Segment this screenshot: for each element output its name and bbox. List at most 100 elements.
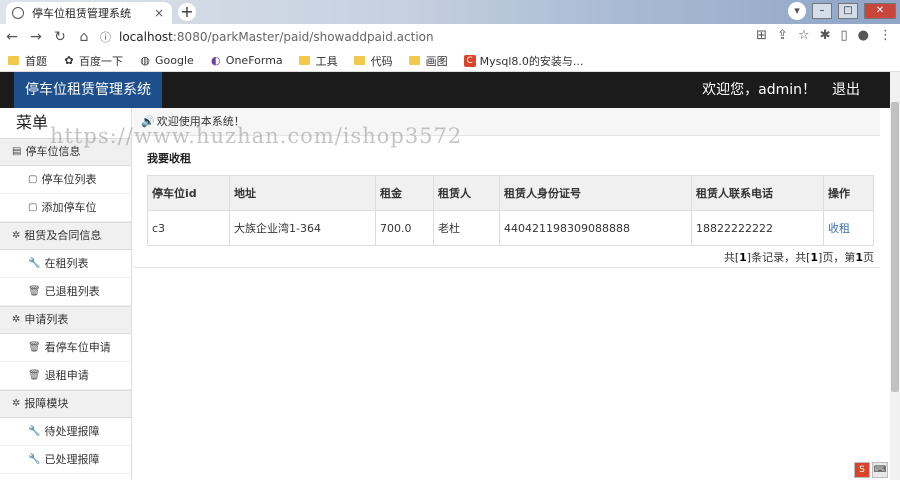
- globe-icon: ◍: [140, 54, 150, 67]
- main-content: 🔊 欢迎使用本系统！ 我要收租 停车位id 地址 租金 租赁人 租赁人身份证号 …: [133, 108, 880, 480]
- forward-icon[interactable]: →: [24, 29, 48, 45]
- c-icon: C: [463, 54, 476, 67]
- maximize-button[interactable]: □: [838, 3, 858, 19]
- bookmark-item[interactable]: ✿ 百度一下: [63, 53, 123, 69]
- close-window-button[interactable]: ✕: [864, 3, 896, 19]
- app-header: 停车位租赁管理系统 欢迎您，admin！ 退出: [0, 72, 890, 108]
- app-brand[interactable]: 停车位租赁管理系统: [14, 72, 162, 108]
- minimize-button[interactable]: –: [812, 3, 832, 19]
- url-host: localhost: [119, 30, 173, 44]
- cell-action: 收租: [823, 210, 874, 246]
- bookmark-item[interactable]: 画图: [408, 53, 448, 69]
- star-icon[interactable]: ☆: [798, 28, 810, 43]
- close-icon[interactable]: ×: [152, 6, 166, 20]
- wrench-icon: 🔧: [28, 453, 41, 465]
- gear-icon: ✲: [12, 398, 21, 409]
- table-header-row: 停车位id 地址 租金 租赁人 租赁人身份证号 租赁人联系电话 操作: [147, 175, 874, 211]
- section-title: 我要收租: [147, 152, 191, 165]
- cell-id: c3: [147, 210, 230, 246]
- column-header: 操作: [823, 175, 874, 211]
- menu-group-faults[interactable]: ✲ 报障模块: [0, 390, 131, 418]
- bookmark-item[interactable]: C Mysql8.0的安装与...: [463, 53, 583, 69]
- notice-text: 欢迎使用本系统！: [156, 115, 245, 128]
- tray-keyboard-icon[interactable]: ⌨: [872, 462, 888, 478]
- notice-bar: 🔊 欢迎使用本系统！: [133, 108, 880, 136]
- share-icon[interactable]: ⇪: [777, 28, 788, 43]
- menu-item-return-applications[interactable]: 🗑 退租申请: [0, 362, 131, 390]
- divider: [133, 267, 880, 268]
- total-records: 1: [739, 251, 747, 264]
- scrollbar-thumb[interactable]: [891, 102, 899, 392]
- extensions-icon[interactable]: ✱: [820, 28, 831, 43]
- tab-title: 停车位租赁管理系统: [32, 7, 131, 20]
- column-header: 租赁人: [433, 175, 500, 211]
- bookmark-item[interactable]: ◐ OneForma: [210, 54, 283, 67]
- menu-group-parking[interactable]: ▤ 停车位信息: [0, 138, 131, 166]
- profile-icon[interactable]: ●: [858, 28, 869, 43]
- menu-item-parking-list[interactable]: ▢ 停车位列表: [0, 166, 131, 194]
- profile-download-icon[interactable]: ▾: [788, 2, 806, 20]
- menu-item-view-applications[interactable]: 🗑 看停车位申请: [0, 334, 131, 362]
- column-header: 停车位id: [147, 175, 230, 211]
- trash-icon: 🗑: [28, 369, 41, 381]
- reload-icon[interactable]: ↻: [48, 29, 72, 45]
- trash-icon: 🗑: [28, 285, 41, 297]
- window-controls: ▾ – □ ✕: [788, 0, 896, 22]
- wrench-icon: 🔧: [28, 425, 41, 437]
- menu-group-applications[interactable]: ✲ 申请列表: [0, 306, 131, 334]
- cell-tenant: 老杜: [433, 210, 500, 246]
- document-icon: ▢: [28, 173, 38, 185]
- table-row: c3 大族企业湾1-364 700.0 老杜 44042119830908888…: [147, 210, 874, 246]
- paw-icon: ✿: [64, 54, 74, 67]
- cell-address: 大族企业湾1-364: [229, 210, 376, 246]
- back-icon[interactable]: ←: [0, 29, 24, 45]
- folder-icon: [298, 56, 310, 65]
- translate-icon[interactable]: ⊞: [756, 28, 767, 43]
- bookmarks-bar: 首题 ✿ 百度一下 ◍ Google ◐ OneForma 工具 代码 画图 C Mys…: [0, 50, 900, 72]
- bookmark-item[interactable]: ◍ Google: [139, 54, 194, 67]
- folder-icon: [353, 56, 365, 65]
- info-icon[interactable]: ⓘ: [100, 29, 111, 45]
- list-icon: ▤: [12, 146, 22, 157]
- browser-tab[interactable]: 停车位租赁管理系统 ×: [6, 2, 172, 24]
- column-header: 租赁人身份证号: [499, 175, 692, 211]
- url-input[interactable]: ⓘ localhost :8080/parkMaster/paid/showad…: [100, 27, 720, 47]
- home-icon[interactable]: ⌂: [72, 29, 96, 45]
- collect-rent-link[interactable]: 收租: [828, 222, 850, 235]
- address-bar: ← → ↻ ⌂ ⓘ localhost :8080/parkMaster/pai…: [0, 24, 900, 50]
- system-tray: S ⌨: [854, 462, 888, 478]
- cell-rent: 700.0: [375, 210, 434, 246]
- menu-item-returned[interactable]: 🗑 已退租列表: [0, 278, 131, 306]
- column-header: 租赁人联系电话: [691, 175, 824, 211]
- menu-group-lease[interactable]: ✲ 租赁及合同信息: [0, 222, 131, 250]
- total-pages: 1: [810, 251, 819, 264]
- wrench-icon: 🔧: [28, 257, 41, 269]
- menu-title: 菜单: [16, 113, 49, 132]
- trash-icon: 🗑: [28, 341, 41, 353]
- column-header: 地址: [229, 175, 376, 211]
- menu-icon[interactable]: ⋮: [879, 28, 892, 43]
- gear-icon: ✲: [12, 314, 21, 325]
- current-page: 1: [855, 251, 863, 264]
- cell-id-card: 440421198309088888: [499, 210, 692, 246]
- column-header: 租金: [375, 175, 434, 211]
- menu-item-resolved-faults[interactable]: 🔧 已处理报障: [0, 446, 131, 474]
- rent-table: 停车位id 地址 租金 租赁人 租赁人身份证号 租赁人联系电话 操作 c3 大族…: [147, 175, 874, 246]
- oneforma-icon: ◐: [210, 54, 221, 67]
- cell-phone: 18822222222: [691, 210, 824, 246]
- sidepanel-icon[interactable]: ▯: [841, 28, 848, 43]
- bookmark-item[interactable]: 代码: [353, 53, 393, 69]
- menu-item-renting[interactable]: 🔧 在租列表: [0, 250, 131, 278]
- ime-icon[interactable]: S: [854, 462, 870, 478]
- pagination-info: 共[1]条记录，共[1]页，第1页: [723, 251, 874, 264]
- bookmark-item[interactable]: 首题: [8, 53, 47, 69]
- menu-item-pending-faults[interactable]: 🔧 待处理报障: [0, 418, 131, 446]
- menu-item-add-parking[interactable]: ▢ 添加停车位: [0, 194, 131, 222]
- new-tab-button[interactable]: +: [178, 3, 196, 21]
- bookmark-item[interactable]: 工具: [298, 53, 338, 69]
- logout-link[interactable]: 退出: [832, 72, 860, 108]
- welcome-text: 欢迎您，admin！: [702, 82, 816, 98]
- page-scrollbar[interactable]: [890, 72, 900, 480]
- gear-icon: ✲: [12, 230, 21, 241]
- url-path: :8080/parkMaster/paid/showaddpaid.action: [172, 30, 434, 44]
